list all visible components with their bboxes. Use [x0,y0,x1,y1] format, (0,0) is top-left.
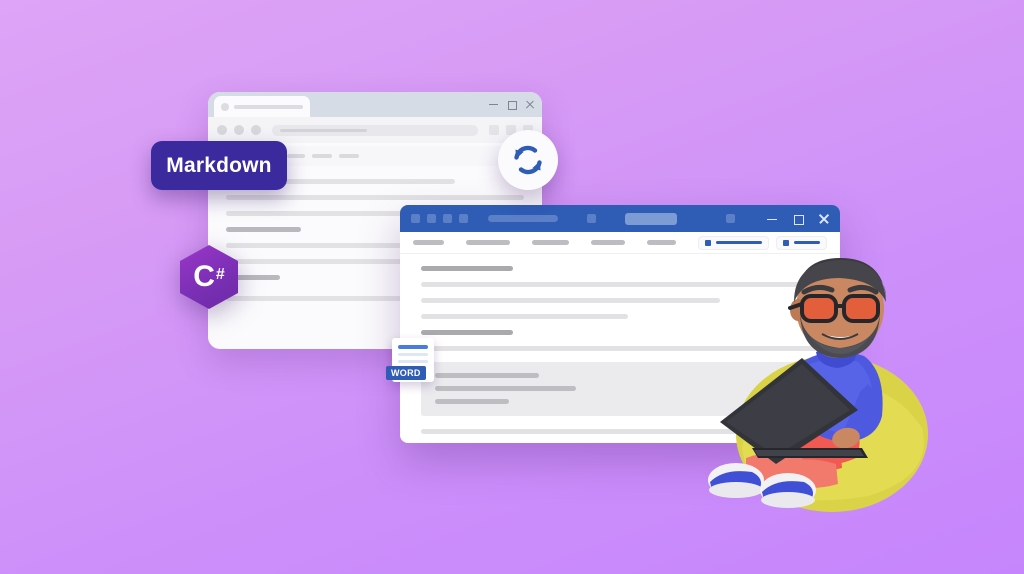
primary-action-icon [705,239,711,246]
front-window-controls[interactable] [767,214,829,225]
markdown-badge: Markdown [151,141,287,190]
sync-arrows-icon [498,130,558,190]
address-text-placeholder [280,128,368,132]
primary-action-button[interactable] [698,235,769,250]
titlebar-icon-2[interactable] [427,214,436,223]
maximize-icon[interactable] [793,214,804,225]
primary-action-label [716,241,762,244]
markdown-badge-label: Markdown [166,153,272,177]
titlebar-icon-6[interactable] [726,214,735,223]
word-page-accent-line [398,345,428,349]
word-badge: WORD [386,366,426,380]
word-page-line [398,353,428,356]
menu-item-4[interactable] [590,240,625,245]
code-line [435,399,509,404]
document-title-placeholder [488,215,558,222]
content-line [226,211,423,216]
ribbon-item-4[interactable] [339,154,359,158]
secondary-action-label [794,241,820,244]
word-document-icon: WORD [386,338,434,382]
secondary-action-icon [783,239,789,246]
csharp-hexagon-shape: C # [180,245,238,309]
word-page-line [398,360,428,363]
csharp-hexagon-icon: C # [180,245,238,309]
secondary-action-button[interactable] [776,235,827,250]
front-window-titlebar [400,205,840,232]
character-glyph [708,258,928,512]
nav-reload-icon[interactable] [251,125,261,135]
front-window-menubar[interactable] [400,232,840,254]
tab-favicon-icon [221,102,229,111]
close-icon[interactable] [525,100,534,109]
ribbon-item-3[interactable] [312,154,332,158]
nav-back-icon[interactable] [217,125,227,135]
developer-on-beanbag-illustration [690,252,935,514]
illustration-scene: Markdown C # WORD [0,0,1024,574]
doc-heading [421,330,513,335]
code-line [435,386,576,391]
titlebar-icon-4[interactable] [459,214,468,223]
back-window-tabbar [208,92,542,117]
doc-line [421,298,720,303]
doc-heading [421,266,513,271]
doc-line [421,314,628,319]
minimize-icon[interactable] [489,100,498,109]
csharp-letter: C [193,260,215,293]
menu-item-5[interactable] [646,240,676,245]
content-line [226,195,524,200]
sync-arrows-glyph [514,145,542,175]
toolbar-icon-1[interactable] [489,125,499,135]
nav-forward-icon[interactable] [234,125,244,135]
maximize-icon[interactable] [507,100,517,110]
back-window-controls[interactable] [489,92,534,117]
address-bar[interactable] [272,124,478,136]
front-window-actions[interactable] [698,235,827,250]
titlebar-icon-3[interactable] [443,214,452,223]
menu-item-3[interactable] [532,240,569,245]
code-line [435,373,539,378]
csharp-sharp-symbol: # [215,265,225,283]
menu-item-2[interactable] [465,240,511,245]
menu-item-1[interactable] [413,240,444,245]
close-icon[interactable] [819,214,829,224]
ribbon-item-2[interactable] [287,154,305,158]
minimize-icon[interactable] [767,214,777,224]
back-window-toolbar[interactable] [208,117,542,143]
titlebar-icon-1[interactable] [411,214,420,223]
back-window-tab[interactable] [214,96,310,117]
tab-title-placeholder [234,104,303,109]
titlebar-icon-5[interactable] [587,214,596,223]
content-heading [226,227,301,232]
titlebar-search-box[interactable] [625,212,677,225]
